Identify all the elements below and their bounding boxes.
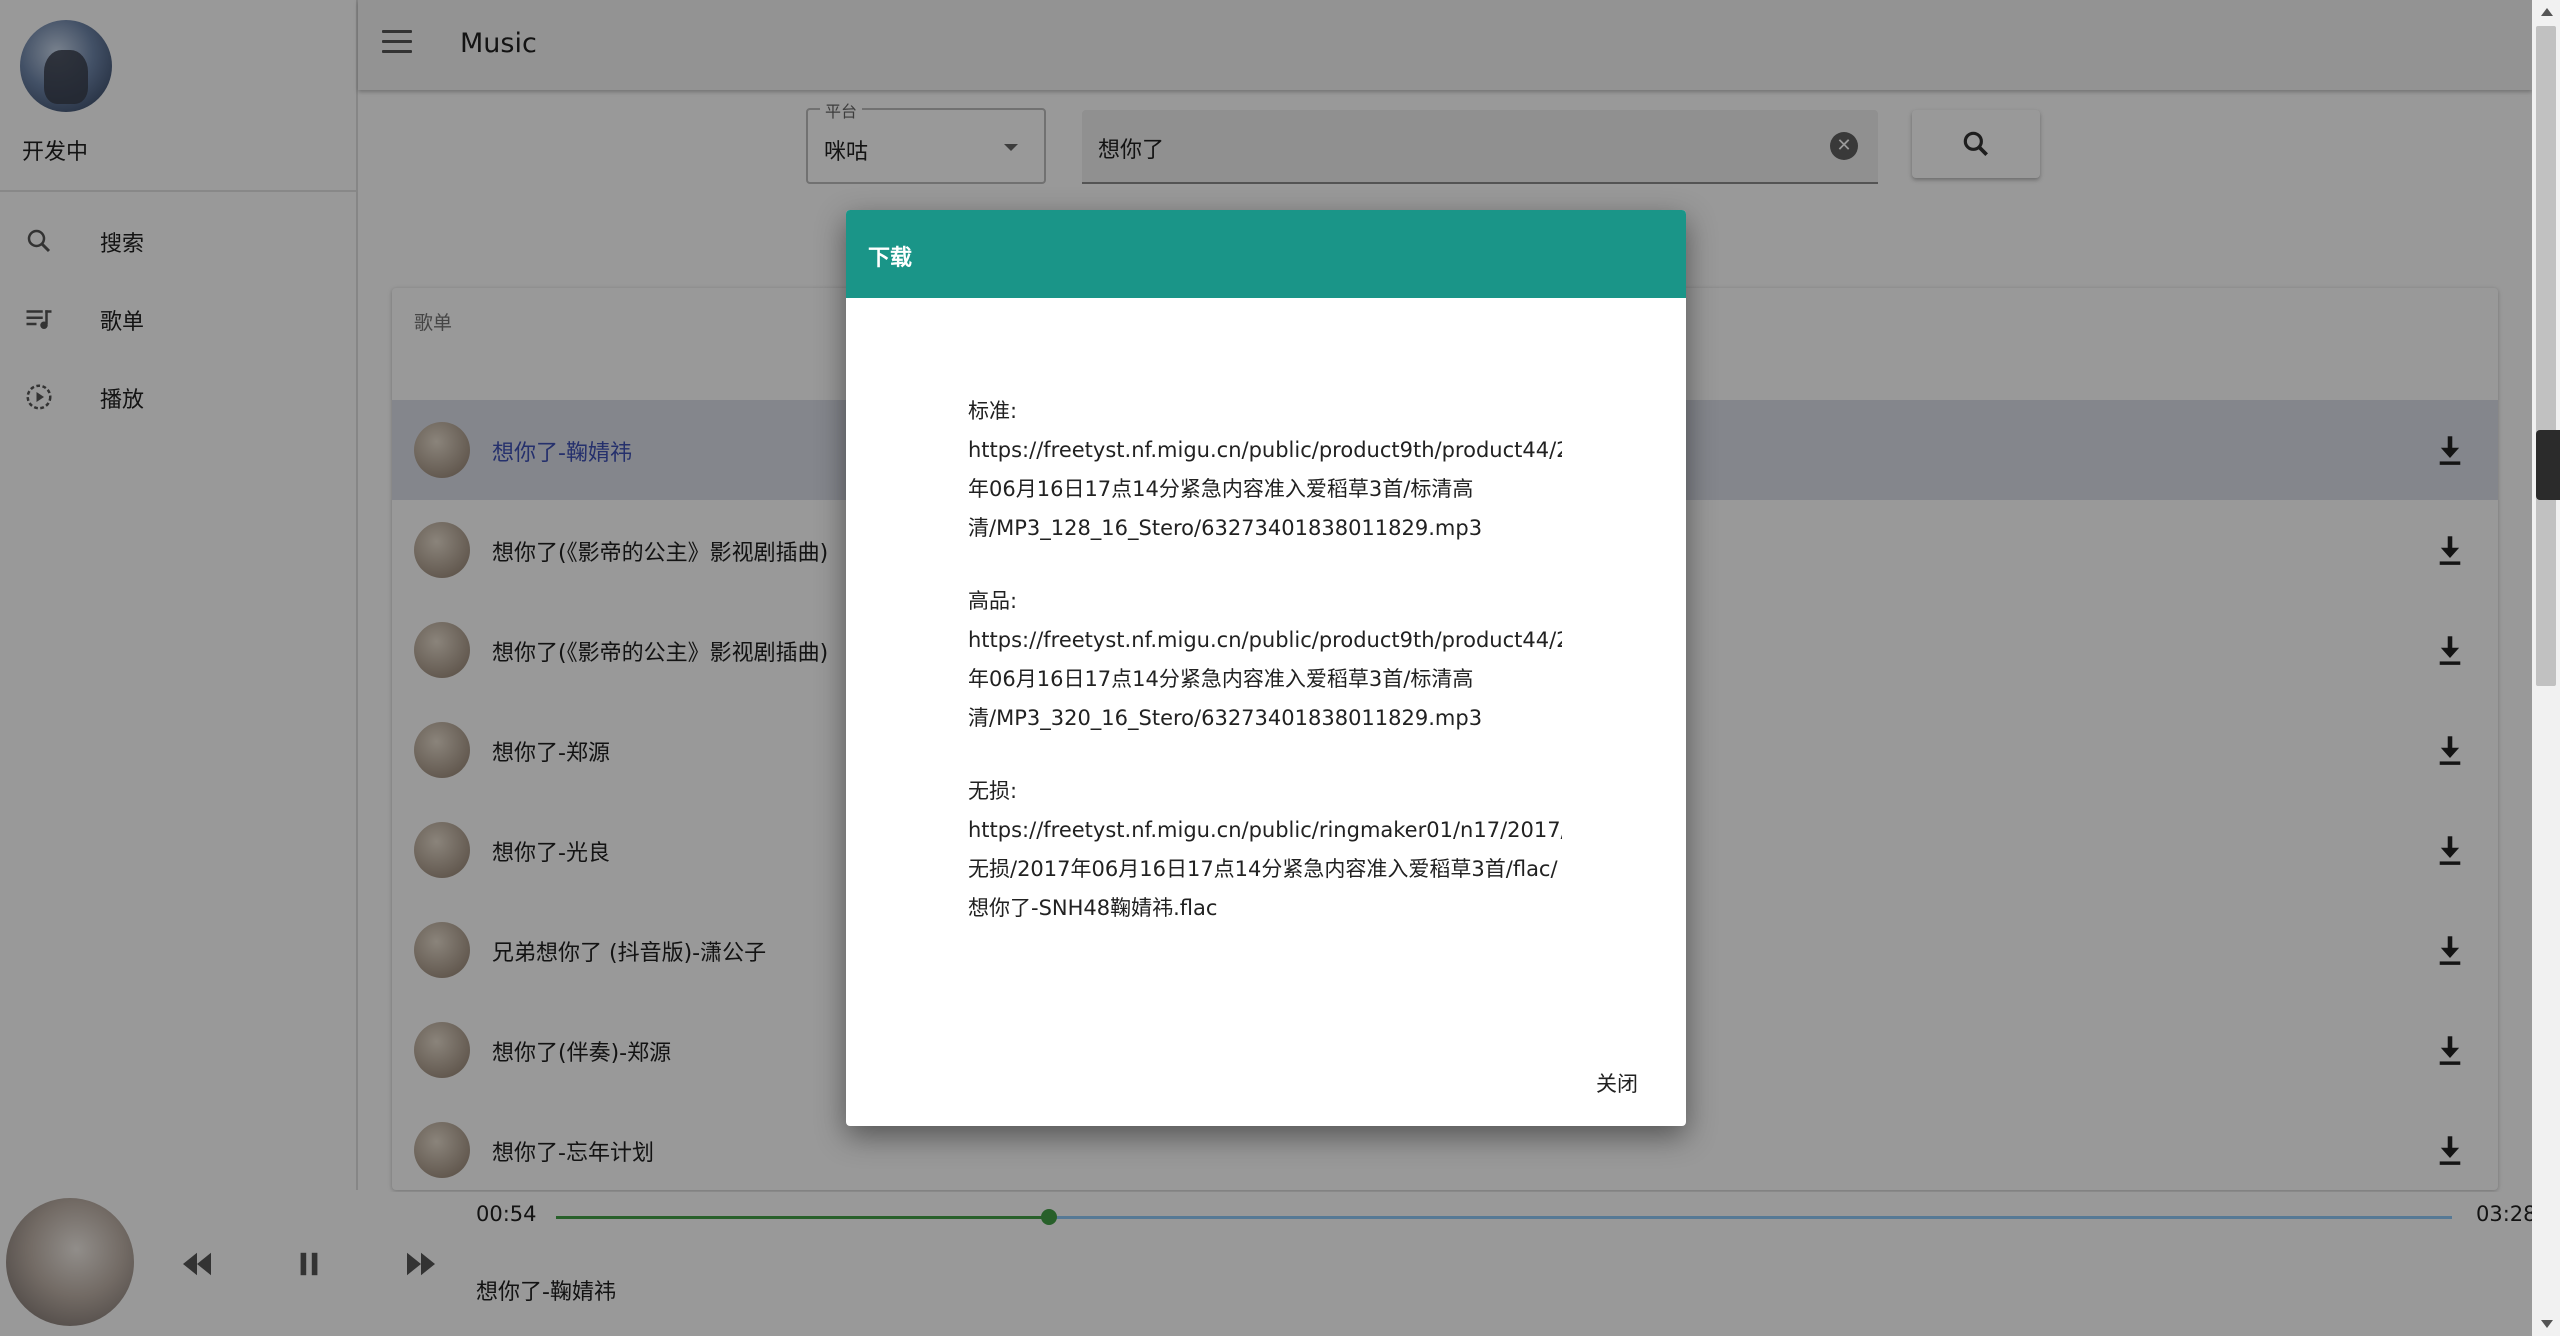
dialog-header: 下载 xyxy=(846,210,1686,298)
download-url-line[interactable]: https://freetyst.nf.migu.cn/public/produ… xyxy=(968,621,1562,660)
scroll-down-icon[interactable] xyxy=(2541,1320,2553,1328)
side-handle[interactable] xyxy=(2536,430,2560,500)
download-url-line[interactable]: 年06月16日17点14分紧急内容准入爱稻草3首/标清高 xyxy=(968,660,1562,699)
dialog-body: 标准: https://freetyst.nf.migu.cn/public/pr… xyxy=(968,392,1562,962)
download-url-line[interactable]: 清/MP3_128_16_Stero/63273401838011829.mp3 xyxy=(968,509,1562,548)
download-link-block: 标准: https://freetyst.nf.migu.cn/public/pr… xyxy=(968,392,1562,548)
scrollbar-thumb[interactable] xyxy=(2536,26,2556,686)
scroll-up-icon[interactable] xyxy=(2541,8,2553,16)
quality-label: 标准: xyxy=(968,399,1018,423)
download-dialog: 下载 标准: https://freetyst.nf.migu.cn/public… xyxy=(846,210,1686,1126)
download-url-line[interactable]: 清/MP3_320_16_Stero/63273401838011829.mp3 xyxy=(968,699,1562,738)
quality-label: 高品: xyxy=(968,589,1018,613)
vertical-scrollbar[interactable] xyxy=(2532,0,2560,1336)
download-url-line[interactable]: 无损/2017年06月16日17点14分紧急内容准入爱稻草3首/flac/ xyxy=(968,850,1562,889)
download-link-block: 高品: https://freetyst.nf.migu.cn/public/pr… xyxy=(968,582,1562,738)
download-url-line[interactable]: https://freetyst.nf.migu.cn/public/ringm… xyxy=(968,811,1562,850)
download-url-line[interactable]: 年06月16日17点14分紧急内容准入爱稻草3首/标清高 xyxy=(968,470,1562,509)
quality-label: 无损: xyxy=(968,779,1018,803)
dialog-title: 下载 xyxy=(868,246,913,271)
download-url-line[interactable]: https://freetyst.nf.migu.cn/public/produ… xyxy=(968,431,1562,470)
download-url-line[interactable]: 想你了-SNH48鞠婧祎.flac xyxy=(968,889,1562,928)
download-link-block: 无损: https://freetyst.nf.migu.cn/public/ri… xyxy=(968,772,1562,928)
close-button[interactable]: 关闭 xyxy=(1592,1062,1642,1104)
